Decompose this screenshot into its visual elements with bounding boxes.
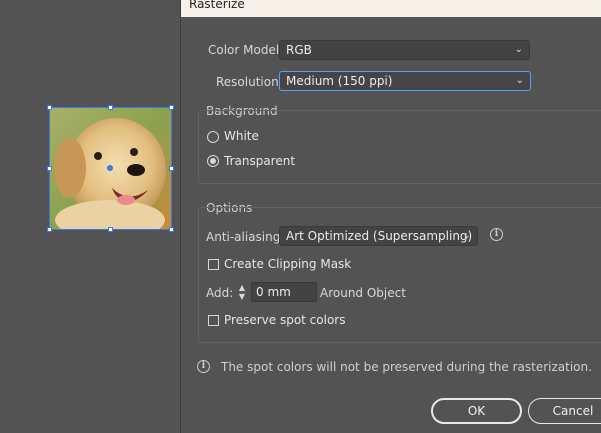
preserve-spot-colors-label[interactable]: Preserve spot colors — [224, 313, 345, 327]
chevron-down-icon: ⌄ — [515, 75, 524, 86]
add-amount-value: 0 mm — [256, 285, 291, 299]
stepper-icon[interactable]: ▲ ▼ — [235, 283, 249, 303]
info-icon[interactable]: i — [490, 228, 503, 241]
rasterize-dialog: Rasterize Color Model: RGB ⌄ Resolution:… — [180, 0, 601, 433]
ok-button[interactable]: OK — [431, 398, 522, 424]
chevron-down-icon: ⌄ — [514, 44, 523, 55]
dialog-title-bar[interactable]: Rasterize — [181, 0, 601, 17]
color-model-select[interactable]: RGB ⌄ — [279, 40, 530, 60]
transparent-radio[interactable] — [207, 155, 219, 167]
white-radio[interactable] — [207, 131, 219, 143]
add-label: Add: — [206, 286, 234, 300]
resolution-select[interactable]: Medium (150 ppi) ⌄ — [279, 71, 531, 91]
white-radio-label[interactable]: White — [224, 129, 259, 143]
anti-aliasing-label: Anti-aliasing: — [206, 230, 285, 244]
selection-handle[interactable] — [47, 105, 52, 110]
resolution-value: Medium (150 ppi) — [286, 74, 393, 88]
create-clipping-mask-checkbox[interactable] — [208, 259, 219, 270]
selection-handle[interactable] — [169, 227, 174, 232]
info-icon: i — [197, 360, 210, 373]
selection-center-point — [107, 165, 113, 171]
selection-handle[interactable] — [169, 166, 174, 171]
create-clipping-mask-label[interactable]: Create Clipping Mask — [224, 257, 351, 271]
anti-aliasing-select[interactable]: Art Optimized (Supersampling) ⌄ — [279, 226, 478, 246]
anti-aliasing-value: Art Optimized (Supersampling) — [286, 229, 473, 243]
preserve-spot-colors-checkbox[interactable] — [208, 315, 219, 326]
selection-handle[interactable] — [108, 227, 113, 232]
color-model-label: Color Model: — [208, 43, 284, 57]
selection-handle[interactable] — [169, 105, 174, 110]
add-amount-field[interactable]: 0 mm — [251, 282, 317, 302]
background-group — [198, 110, 601, 184]
cancel-button[interactable]: Cancel — [528, 398, 601, 424]
selection-handle[interactable] — [47, 166, 52, 171]
artboard-canvas[interactable] — [0, 0, 180, 433]
selection-handle[interactable] — [47, 227, 52, 232]
selection-handle[interactable] — [108, 105, 113, 110]
transparent-radio-label[interactable]: Transparent — [224, 154, 295, 168]
color-model-value: RGB — [286, 43, 312, 57]
chevron-down-icon: ⌄ — [462, 230, 471, 241]
dialog-title: Rasterize — [189, 0, 245, 11]
resolution-label: Resolution: — [216, 75, 283, 89]
spot-colors-note: The spot colors will not be preserved du… — [221, 360, 592, 374]
around-object-label: Around Object — [320, 286, 406, 300]
